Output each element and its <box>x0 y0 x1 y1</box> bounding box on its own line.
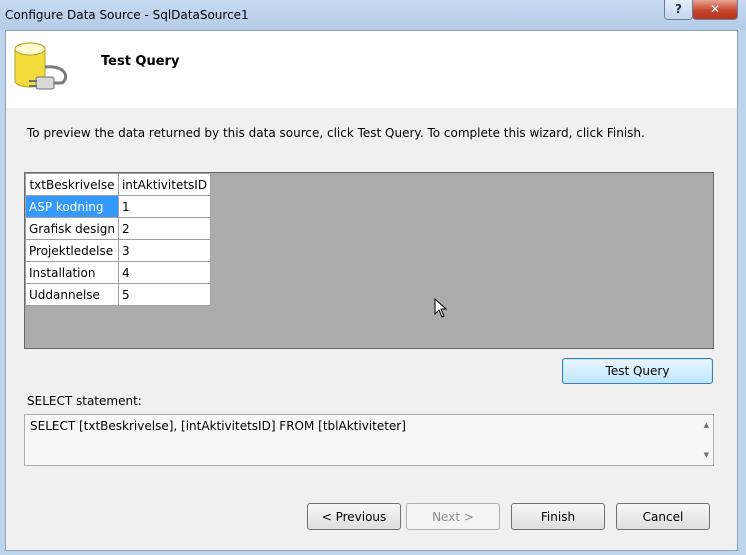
column-header[interactable]: intAktivitetsID <box>117 173 212 196</box>
help-button[interactable]: ? <box>664 0 693 20</box>
table-row[interactable]: Installation 4 <box>25 261 212 284</box>
table-cell[interactable]: 1 <box>117 195 212 218</box>
scroll-down-icon[interactable]: ▼ <box>704 451 709 459</box>
close-button[interactable]: ✕ <box>692 0 738 20</box>
table-row[interactable]: Grafisk design 2 <box>25 217 212 240</box>
table-cell[interactable]: 5 <box>117 283 212 306</box>
database-plug-icon <box>14 42 68 90</box>
next-button[interactable]: Next > <box>406 503 500 530</box>
cancel-button[interactable]: Cancel <box>616 503 710 530</box>
finish-button[interactable]: Finish <box>511 503 605 530</box>
table-cell[interactable]: 2 <box>117 217 212 240</box>
dialog-body: Test Query To preview the data returned … <box>5 30 738 551</box>
page-title: Test Query <box>101 54 180 69</box>
results-grid[interactable]: txtBeskrivelse intAktivitetsID ASP kodni… <box>24 172 714 349</box>
select-statement-box[interactable]: SELECT [txtBeskrivelse], [intAktivitetsI… <box>24 414 714 466</box>
table-cell[interactable]: 3 <box>117 239 212 262</box>
table-cell[interactable]: Uddannelse <box>25 283 119 306</box>
mouse-cursor-icon <box>434 298 448 318</box>
test-query-button[interactable]: Test Query <box>562 358 713 384</box>
scroll-up-icon[interactable]: ▲ <box>704 421 709 429</box>
select-statement-text: SELECT [txtBeskrivelse], [intAktivitetsI… <box>30 419 406 433</box>
results-table: txtBeskrivelse intAktivitetsID ASP kodni… <box>25 173 212 306</box>
table-row[interactable]: Uddannelse 5 <box>25 283 212 306</box>
table-header-row: txtBeskrivelse intAktivitetsID <box>25 173 212 196</box>
title-bar: Configure Data Source - SqlDataSource1 ?… <box>0 0 746 30</box>
previous-button[interactable]: < Previous <box>307 503 401 530</box>
select-statement-label: SELECT statement: <box>27 394 142 408</box>
table-cell[interactable]: ASP kodning <box>25 195 119 218</box>
column-header[interactable]: txtBeskrivelse <box>25 173 119 196</box>
table-row[interactable]: ASP kodning 1 <box>25 195 212 218</box>
wizard-header: Test Query <box>6 31 737 108</box>
table-cell[interactable]: 4 <box>117 261 212 284</box>
table-cell[interactable]: Installation <box>25 261 119 284</box>
instruction-text: To preview the data returned by this dat… <box>27 126 645 140</box>
table-cell[interactable]: Grafisk design <box>25 217 119 240</box>
table-row[interactable]: Projektledelse 3 <box>25 239 212 262</box>
window-title: Configure Data Source - SqlDataSource1 <box>5 8 249 22</box>
table-cell[interactable]: Projektledelse <box>25 239 119 262</box>
